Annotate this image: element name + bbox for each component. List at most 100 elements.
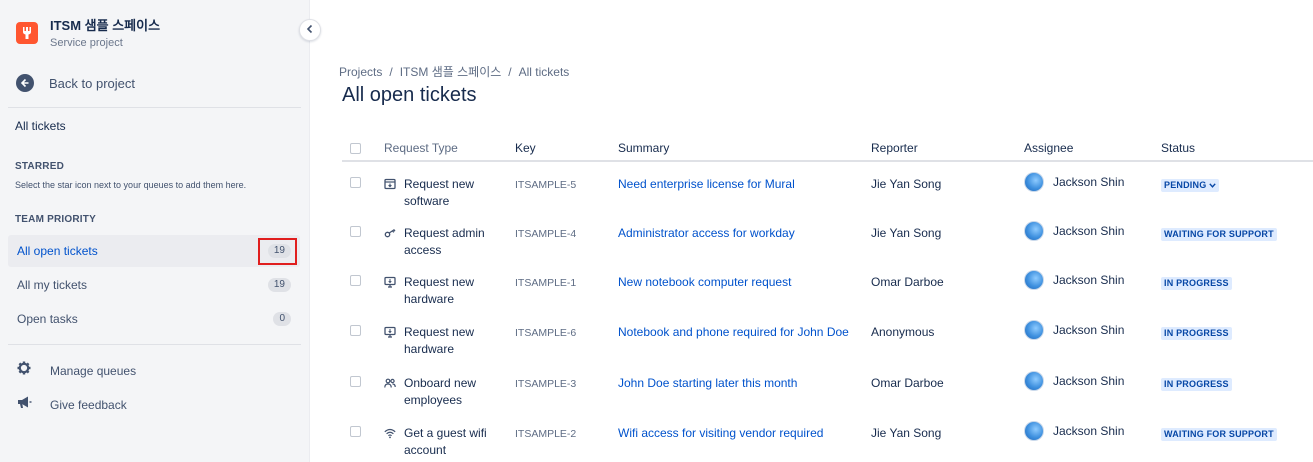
avatar (1024, 320, 1044, 340)
ticket-summary-link[interactable]: John Doe starting later this month (618, 361, 871, 411)
project-header[interactable]: ITSM 샘플 스페이스 Service project (16, 18, 160, 51)
status-badge[interactable]: IN PROGRESS (1161, 327, 1232, 340)
column-header-reporter[interactable]: Reporter (871, 136, 1024, 161)
queue-all-my-tickets[interactable]: All my tickets 19 (8, 269, 300, 301)
queue-all-open-tickets[interactable]: All open tickets 19 (8, 235, 300, 267)
status-badge[interactable]: WAITING FOR SUPPORT (1161, 428, 1277, 441)
hardware-icon (384, 326, 396, 338)
column-header-assignee[interactable]: Assignee (1024, 136, 1161, 161)
table-row[interactable]: Get a guest wifi account ITSAMPLE-2 Wifi… (342, 411, 1313, 461)
status-dropdown[interactable]: PENDING (1161, 179, 1220, 192)
row-checkbox[interactable] (350, 325, 361, 336)
request-type-label: Request new hardware (404, 325, 475, 356)
avatar (1024, 172, 1044, 192)
queue-label: All my tickets (17, 278, 88, 292)
ticket-key[interactable]: ITSAMPLE-5 (515, 161, 618, 211)
ticket-key[interactable]: ITSAMPLE-3 (515, 361, 618, 411)
request-type-label: Request admin access (404, 226, 485, 257)
column-header-status[interactable]: Status (1161, 136, 1313, 161)
column-header-key[interactable]: Key (515, 136, 618, 161)
queue-count-badge: 0 (273, 312, 291, 326)
table-row[interactable]: Request new software ITSAMPLE-5 Need ent… (342, 161, 1313, 211)
hardware-icon (384, 276, 396, 288)
row-checkbox[interactable] (350, 226, 361, 237)
row-checkbox[interactable] (350, 426, 361, 437)
reporter-name: Jie Yan Song (871, 426, 942, 440)
starred-heading: STARRED (15, 161, 64, 172)
avatar (1024, 421, 1044, 441)
assignee-name: Jackson Shin (1053, 223, 1125, 238)
breadcrumb-item[interactable]: Projects (339, 65, 382, 79)
status-badge[interactable]: IN PROGRESS (1161, 277, 1232, 290)
reporter-name: Anonymous (871, 325, 935, 339)
tickets-table: Request Type Key Summary Reporter Assign… (342, 136, 1313, 461)
project-logo (16, 22, 38, 44)
ticket-summary-link[interactable]: Notebook and phone required for John Doe (618, 310, 871, 361)
breadcrumb-item[interactable]: ITSM 샘플 스페이스 (400, 63, 502, 80)
key-icon (384, 227, 396, 239)
reporter-name: Jie Yan Song (871, 177, 942, 191)
sidebar-divider (8, 344, 301, 345)
ticket-summary-link[interactable]: Need enterprise license for Mural (618, 161, 871, 211)
manage-queues-label: Manage queues (50, 363, 137, 378)
assignee-name: Jackson Shin (1053, 322, 1125, 337)
table-row[interactable]: Request new hardware ITSAMPLE-6 Notebook… (342, 310, 1313, 361)
people-icon (384, 377, 396, 389)
assignee-name: Jackson Shin (1053, 272, 1125, 287)
ticket-key[interactable]: ITSAMPLE-1 (515, 260, 618, 310)
row-checkbox[interactable] (350, 177, 361, 188)
page-title: All open tickets (342, 84, 477, 106)
ticket-key[interactable]: ITSAMPLE-2 (515, 411, 618, 461)
table-row[interactable]: Onboard new employees ITSAMPLE-3 John Do… (342, 361, 1313, 411)
breadcrumb-item[interactable]: All tickets (519, 65, 570, 79)
row-checkbox[interactable] (350, 275, 361, 286)
request-type-label: Request new software (404, 177, 475, 208)
row-checkbox[interactable] (350, 376, 361, 387)
assignee-name: Jackson Shin (1053, 373, 1125, 388)
request-type-label: Request new hardware (404, 275, 475, 306)
queue-count-badge: 19 (267, 278, 291, 292)
assignee-name: Jackson Shin (1053, 174, 1125, 189)
manage-queues-link[interactable]: Manage queues (16, 360, 136, 381)
table-row[interactable]: Request new hardware ITSAMPLE-1 New note… (342, 260, 1313, 310)
status-label: PENDING (1164, 180, 1207, 190)
ticket-summary-link[interactable]: New notebook computer request (618, 260, 871, 310)
avatar (1024, 221, 1044, 241)
queue-label: All open tickets (17, 244, 98, 258)
avatar (1024, 371, 1044, 391)
give-feedback-link[interactable]: Give feedback (16, 394, 127, 415)
column-header-request-type[interactable]: Request Type (384, 136, 515, 161)
queue-open-tasks[interactable]: Open tasks 0 (8, 303, 300, 335)
collapse-sidebar-button[interactable] (299, 19, 321, 41)
sidebar: ITSM 샘플 스페이스 Service project Back to pro… (0, 0, 310, 462)
status-badge[interactable]: WAITING FOR SUPPORT (1161, 228, 1277, 241)
wifi-icon (384, 427, 396, 439)
column-header-summary[interactable]: Summary (618, 136, 871, 161)
reporter-name: Jie Yan Song (871, 226, 942, 240)
ticket-key[interactable]: ITSAMPLE-4 (515, 211, 618, 260)
back-to-project-link[interactable]: Back to project (16, 74, 135, 92)
table-header-row: Request Type Key Summary Reporter Assign… (342, 136, 1313, 161)
request-type-label: Onboard new employees (404, 376, 477, 407)
ticket-key[interactable]: ITSAMPLE-6 (515, 310, 618, 361)
ticket-summary-link[interactable]: Administrator access for workday (618, 211, 871, 260)
project-type: Service project (50, 37, 123, 49)
project-name: ITSM 샘플 스페이스 (50, 18, 161, 33)
chevron-down-icon (1209, 180, 1216, 190)
team-priority-heading: TEAM PRIORITY (15, 214, 96, 225)
software-icon (384, 178, 396, 190)
starred-description: Select the star icon next to your queues… (15, 180, 247, 190)
status-badge[interactable]: IN PROGRESS (1161, 378, 1232, 391)
request-type-label: Get a guest wifi account (404, 426, 487, 457)
sidebar-divider (8, 107, 301, 108)
reporter-name: Omar Darboe (871, 275, 944, 289)
avatar (1024, 270, 1044, 290)
all-tickets-heading[interactable]: All tickets (15, 119, 66, 133)
gear-icon (16, 360, 32, 381)
back-to-project-label: Back to project (49, 75, 135, 91)
give-feedback-label: Give feedback (50, 397, 127, 412)
ticket-summary-link[interactable]: Wifi access for visiting vendor required (618, 411, 871, 461)
queue-label: Open tasks (17, 312, 78, 326)
table-row[interactable]: Request admin access ITSAMPLE-4 Administ… (342, 211, 1313, 260)
select-all-checkbox[interactable] (350, 143, 361, 154)
